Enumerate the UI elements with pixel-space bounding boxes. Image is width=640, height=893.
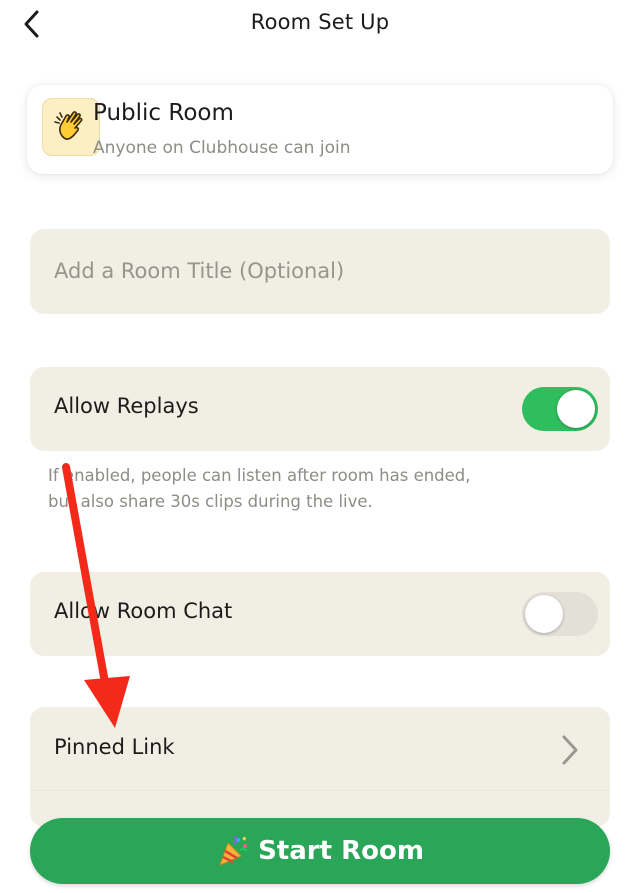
allow-room-chat-toggle[interactable] bbox=[522, 592, 598, 636]
toggle-knob bbox=[525, 595, 563, 633]
party-popper-icon bbox=[219, 835, 248, 866]
chevron-right-icon bbox=[562, 735, 578, 765]
toggle-knob bbox=[557, 390, 595, 428]
waving-hand-icon bbox=[42, 98, 100, 156]
room-type-description: Anyone on Clubhouse can join bbox=[93, 138, 351, 158]
room-type-selector[interactable] bbox=[27, 85, 613, 174]
allow-replays-toggle[interactable] bbox=[522, 387, 598, 431]
allow-room-chat-row: Allow Room Chat bbox=[30, 572, 610, 656]
room-type-name: Public Room bbox=[93, 100, 234, 126]
start-room-button[interactable]: Start Room bbox=[30, 818, 610, 884]
header: Room Set Up bbox=[0, 0, 640, 50]
room-title-input[interactable] bbox=[54, 251, 584, 291]
allow-room-chat-label: Allow Room Chat bbox=[54, 599, 233, 623]
pinned-link-label: Pinned Link bbox=[54, 735, 175, 759]
allow-replays-label: Allow Replays bbox=[54, 394, 199, 418]
allow-replays-hint: If enabled, people can listen after room… bbox=[48, 466, 471, 511]
pinned-link-row[interactable]: Pinned Link bbox=[30, 707, 610, 827]
start-room-label: Start Room bbox=[258, 836, 424, 866]
page-title: Room Set Up bbox=[250, 10, 390, 34]
room-title-field-container bbox=[30, 229, 610, 314]
divider bbox=[30, 790, 610, 791]
allow-replays-row: Allow Replays bbox=[30, 367, 610, 451]
